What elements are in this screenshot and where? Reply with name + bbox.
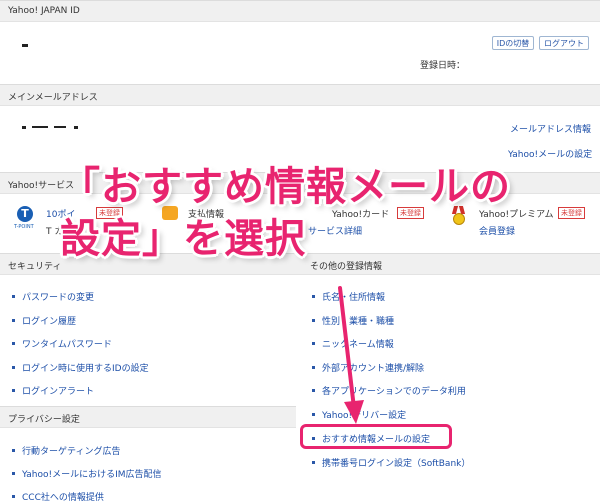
overlay-caption-line1: 「おすすめ情報メールの <box>60 164 511 210</box>
overlay-caption-line2: 設定」を選択 <box>60 216 306 262</box>
